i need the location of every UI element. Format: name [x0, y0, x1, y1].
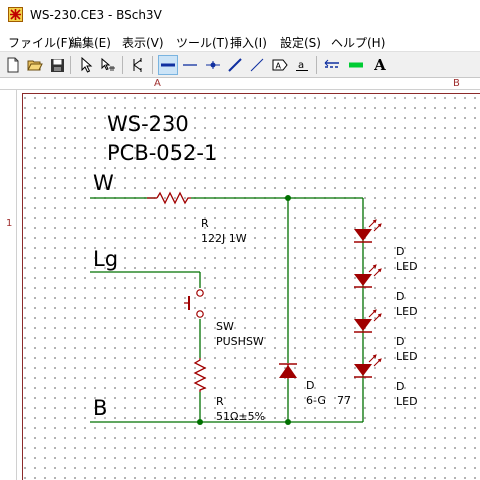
- menu-help[interactable]: ヘルプ(H): [331, 34, 385, 51]
- net-label-lg: Lg: [93, 247, 118, 271]
- open-folder-icon[interactable]: [25, 55, 45, 75]
- menu-tools[interactable]: ツール(T): [176, 34, 229, 51]
- r1-value: 122J 1W: [201, 232, 247, 245]
- save-disk-icon[interactable]: [47, 55, 67, 75]
- led-2-value: LED: [396, 305, 418, 318]
- new-file-icon[interactable]: [3, 55, 23, 75]
- ruler-column-b: B: [453, 78, 460, 89]
- ruler-column-a: A: [154, 78, 161, 89]
- svg-text:a: a: [298, 60, 304, 71]
- text-icon[interactable]: A: [370, 55, 390, 75]
- ruler-row-1: 1: [6, 218, 13, 229]
- schematic-title-line-1: WS-230: [107, 112, 189, 136]
- menu-view[interactable]: 表示(V): [122, 34, 164, 51]
- toolbar-separator: [152, 56, 153, 74]
- led-2-ref: D: [396, 290, 404, 303]
- title-bar: WS-230.CE3 - BSch3V: [0, 0, 480, 30]
- dash-line-icon[interactable]: [247, 55, 267, 75]
- push-switch[interactable]: SW PUSHSW: [184, 289, 264, 348]
- text-glyph: A: [374, 56, 386, 74]
- toolbar-separator: [122, 56, 123, 74]
- junction-icon[interactable]: [203, 55, 223, 75]
- entry-icon[interactable]: [225, 55, 245, 75]
- net-label-w: W: [93, 171, 114, 195]
- wire-icon[interactable]: [158, 55, 178, 75]
- led-3-value: LED: [396, 350, 418, 363]
- resistor-r2[interactable]: R 51Ω±5%: [193, 358, 265, 423]
- label-icon[interactable]: a: [292, 55, 312, 75]
- r1-ref: R: [201, 217, 209, 230]
- led-3-ref: D: [396, 335, 404, 348]
- schematic-title-line-2: PCB-052-1: [107, 141, 217, 165]
- bus-icon[interactable]: [180, 55, 200, 75]
- schematic-canvas[interactable]: WS-230 PCB-052-1 W Lg B R 122J 1W SW PUS…: [17, 90, 480, 480]
- diode-d[interactable]: D 6-G 77: [279, 363, 351, 407]
- toolbar-separator: [70, 56, 71, 74]
- r2-value: 51Ω±5%: [216, 410, 265, 423]
- r2-ref: R: [216, 395, 224, 408]
- component-icon[interactable]: [128, 55, 148, 75]
- comment-icon[interactable]: [322, 55, 342, 75]
- menu-insert[interactable]: 挿入(I): [230, 34, 267, 51]
- menu-settings[interactable]: 設定(S): [280, 34, 321, 51]
- net-label-b: B: [93, 396, 107, 420]
- tag-icon[interactable]: A: [270, 55, 290, 75]
- junction-dot: [285, 195, 291, 201]
- led-4-value: LED: [396, 395, 418, 408]
- sw-value: PUSHSW: [216, 335, 264, 348]
- d-ref: D: [306, 379, 314, 392]
- window-title: WS-230.CE3 - BSch3V: [30, 8, 162, 22]
- toolbar-separator: [316, 56, 317, 74]
- marker-icon[interactable]: [346, 55, 366, 75]
- left-ruler: 1: [0, 90, 17, 480]
- schematic-drawing: WS-230 PCB-052-1 W Lg B R 122J 1W SW PUS…: [90, 112, 418, 425]
- junctions: [197, 195, 291, 425]
- top-ruler: A B: [0, 78, 480, 90]
- led-4-ref: D: [396, 380, 404, 393]
- d-extra: 77: [337, 394, 351, 407]
- drag-select-icon[interactable]: [98, 55, 118, 75]
- select-arrow-icon[interactable]: [76, 55, 96, 75]
- app-icon: [8, 7, 23, 22]
- led-1-value: LED: [396, 260, 418, 273]
- d-value: 6-G: [306, 394, 326, 407]
- svg-text:A: A: [276, 62, 282, 71]
- toolbar: A a A: [0, 51, 480, 78]
- junction-dot: [197, 419, 203, 425]
- menu-bar: ファイル(F) 編集(E) 表示(V) ツール(T) 挿入(I) 設定(S) ヘ…: [0, 30, 480, 51]
- resistor-r1[interactable]: R 122J 1W: [147, 191, 247, 245]
- led-1-ref: D: [396, 245, 404, 258]
- junction-dot: [285, 419, 291, 425]
- menu-file[interactable]: ファイル(F): [8, 34, 72, 51]
- sw-ref: SW: [216, 320, 234, 333]
- menu-edit[interactable]: 編集(E): [70, 34, 111, 51]
